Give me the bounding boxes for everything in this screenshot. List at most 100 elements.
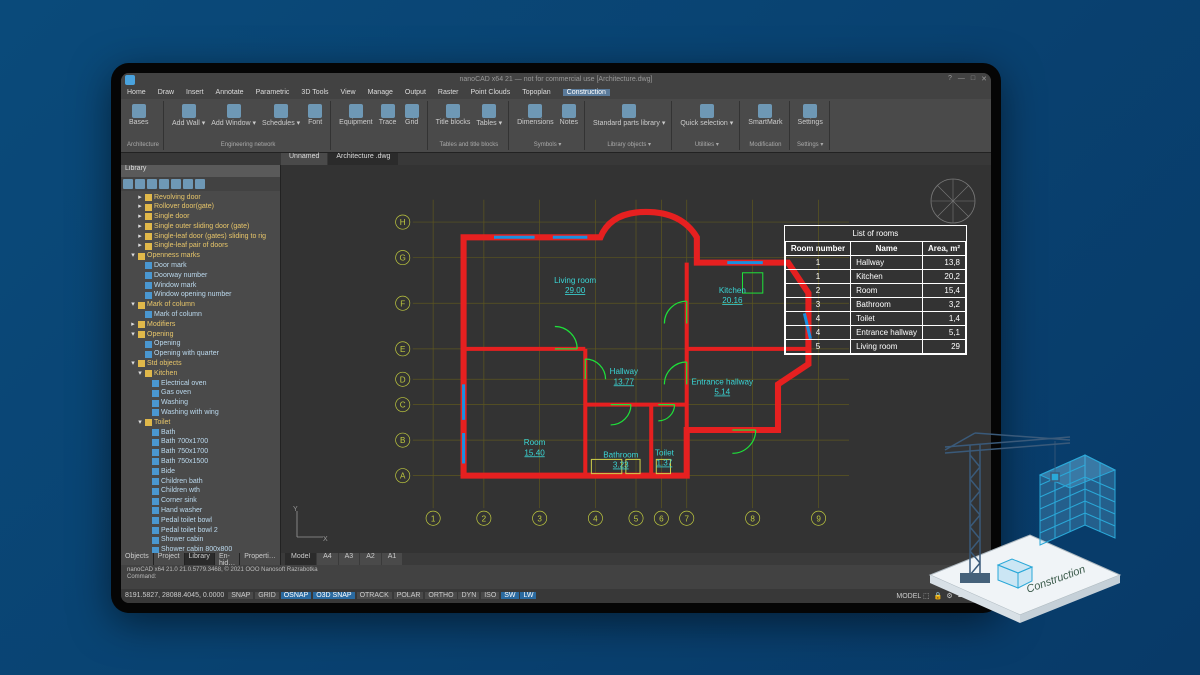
status-toggle[interactable]: SW — [501, 592, 518, 599]
panel-tab[interactable]: Objects — [121, 553, 154, 565]
ribbon-button[interactable]: Standard parts library ▾ — [591, 103, 667, 128]
status-toggle[interactable]: OSNAP — [281, 592, 312, 599]
tree-item[interactable]: Bath 700x1700 — [123, 437, 278, 447]
ribbon-button[interactable]: SmartMark — [746, 103, 784, 127]
layout-tab[interactable]: A2 — [360, 553, 381, 565]
compass-widget[interactable] — [923, 171, 983, 231]
menu-item[interactable]: Insert — [186, 89, 204, 96]
layout-tab[interactable]: A1 — [382, 553, 403, 565]
lib-tool-icon[interactable] — [135, 179, 145, 189]
tree-item[interactable]: Bath — [123, 428, 278, 438]
menu-item[interactable]: Raster — [438, 89, 459, 96]
status-toggle[interactable]: GRID — [255, 592, 279, 599]
tree-item[interactable]: Washing with wing — [123, 408, 278, 418]
ribbon-button[interactable]: Quick selection ▾ — [678, 103, 735, 128]
status-toggle[interactable]: DYN — [458, 592, 479, 599]
tree-item[interactable]: Window opening number — [123, 290, 278, 300]
panel-tab[interactable]: En-hid… — [215, 553, 240, 565]
ribbon-button[interactable]: Title blocks — [434, 103, 473, 128]
status-toggle[interactable]: OTRACK — [357, 592, 392, 599]
tree-item[interactable]: Children wth — [123, 486, 278, 496]
status-toggle[interactable]: ISO — [481, 592, 499, 599]
document-tab[interactable]: Architecture .dwg — [328, 153, 398, 165]
status-toggle[interactable]: SNAP — [228, 592, 253, 599]
layout-tab[interactable]: Model — [285, 553, 316, 565]
tree-item[interactable]: Pedal toilet bowl — [123, 516, 278, 526]
layout-tab[interactable]: A3 — [339, 553, 360, 565]
lib-tool-icon[interactable] — [183, 179, 193, 189]
tree-item[interactable]: Washing — [123, 398, 278, 408]
ribbon-button[interactable]: Tables ▾ — [474, 103, 504, 128]
tree-item[interactable]: ▾Openness marks — [123, 251, 278, 261]
tree-item[interactable]: ▾Mark of column — [123, 300, 278, 310]
tree-item[interactable]: ▾Kitchen — [123, 369, 278, 379]
ribbon-button[interactable]: Settings — [796, 103, 825, 127]
tree-item[interactable]: Hand washer — [123, 506, 278, 516]
ribbon-button[interactable]: Add Wall ▾ — [170, 103, 207, 128]
library-tree[interactable]: ▸Revolving door▸Rollover door(gate)▸Sing… — [121, 191, 280, 553]
tree-item[interactable]: ▸Rollover door(gate) — [123, 202, 278, 212]
lib-tool-icon[interactable] — [147, 179, 157, 189]
status-toggle[interactable]: O3D SNAP — [313, 592, 354, 599]
lib-tool-icon[interactable] — [159, 179, 169, 189]
tree-item[interactable]: Pedal toilet bowl 2 — [123, 526, 278, 536]
tree-item[interactable]: Mark of column — [123, 310, 278, 320]
tree-item[interactable]: Shower cabin 800x800 — [123, 545, 278, 552]
ribbon-button[interactable]: Equipment — [337, 103, 374, 127]
tree-item[interactable]: ▸Revolving door — [123, 193, 278, 203]
tree-item[interactable]: ▸Single outer sliding door (gate) — [123, 222, 278, 232]
menu-item[interactable]: Manage — [368, 89, 393, 96]
tree-item[interactable]: ▾Toilet — [123, 418, 278, 428]
lib-tool-icon[interactable] — [195, 179, 205, 189]
lib-tool-icon[interactable] — [123, 179, 133, 189]
document-tab[interactable]: Unnamed — [281, 153, 327, 165]
maximize-button[interactable]: □ — [971, 75, 975, 83]
tree-item[interactable]: Opening with quarter — [123, 349, 278, 359]
ribbon-button[interactable]: Font — [304, 103, 326, 128]
tree-item[interactable]: ▸Single-leaf door (gates) sliding to rig — [123, 232, 278, 242]
close-button[interactable]: ✕ — [981, 75, 987, 83]
panel-tab[interactable]: Library — [185, 553, 215, 565]
menu-item[interactable]: 3D Tools — [301, 89, 328, 96]
minimize-button[interactable]: — — [958, 75, 965, 83]
status-toggle[interactable]: ORTHO — [425, 592, 456, 599]
tree-item[interactable]: ▾Opening — [123, 330, 278, 340]
tree-item[interactable]: Shower cabin — [123, 535, 278, 545]
drawing-canvas[interactable]: 123456789ABCDEFGH — [281, 165, 991, 553]
tree-item[interactable]: Opening — [123, 339, 278, 349]
panel-tab[interactable]: Properti… — [240, 553, 281, 565]
tree-item[interactable]: Door mark — [123, 261, 278, 271]
tree-item[interactable]: ▸Modifiers — [123, 320, 278, 330]
command-line[interactable]: nanoCAD x64 21.0 21.0.5779.3468, © 2021 … — [121, 565, 991, 589]
tree-item[interactable]: Corner sink — [123, 496, 278, 506]
ribbon-button[interactable]: Schedules ▾ — [260, 103, 302, 128]
tree-item[interactable]: ▾Std objects — [123, 359, 278, 369]
tree-item[interactable]: Electrical oven — [123, 379, 278, 389]
ribbon-button[interactable]: Grid — [401, 103, 423, 127]
tree-item[interactable]: Doorway number — [123, 271, 278, 281]
menu-item[interactable]: Home — [127, 89, 146, 96]
ribbon-button[interactable]: Dimensions — [515, 103, 556, 127]
menu-item[interactable]: View — [341, 89, 356, 96]
ribbon-button[interactable]: Bases — [127, 103, 150, 127]
menu-item[interactable]: Construction — [563, 89, 610, 96]
tree-item[interactable]: Bide — [123, 467, 278, 477]
menu-item[interactable]: Output — [405, 89, 426, 96]
menu-item[interactable]: Draw — [158, 89, 174, 96]
layout-tab[interactable]: A4 — [317, 553, 338, 565]
ribbon-button[interactable]: Trace — [377, 103, 399, 127]
menu-item[interactable]: Annotate — [216, 89, 244, 96]
menu-item[interactable]: Point Clouds — [471, 89, 511, 96]
status-toggle[interactable]: POLAR — [394, 592, 424, 599]
lib-tool-icon[interactable] — [171, 179, 181, 189]
menu-item[interactable]: Topoplan — [522, 89, 550, 96]
tree-item[interactable]: ▸Single door — [123, 212, 278, 222]
panel-tab[interactable]: Project — [154, 553, 185, 565]
ribbon-button[interactable]: Add Window ▾ — [209, 103, 258, 128]
tree-item[interactable]: Bath 750x1500 — [123, 457, 278, 467]
tree-item[interactable]: Bath 750x1700 — [123, 447, 278, 457]
help-button[interactable]: ? — [948, 75, 952, 83]
tree-item[interactable]: ▸Single-leaf pair of doors — [123, 241, 278, 251]
tree-item[interactable]: Children bath — [123, 477, 278, 487]
tree-item[interactable]: Gas oven — [123, 388, 278, 398]
